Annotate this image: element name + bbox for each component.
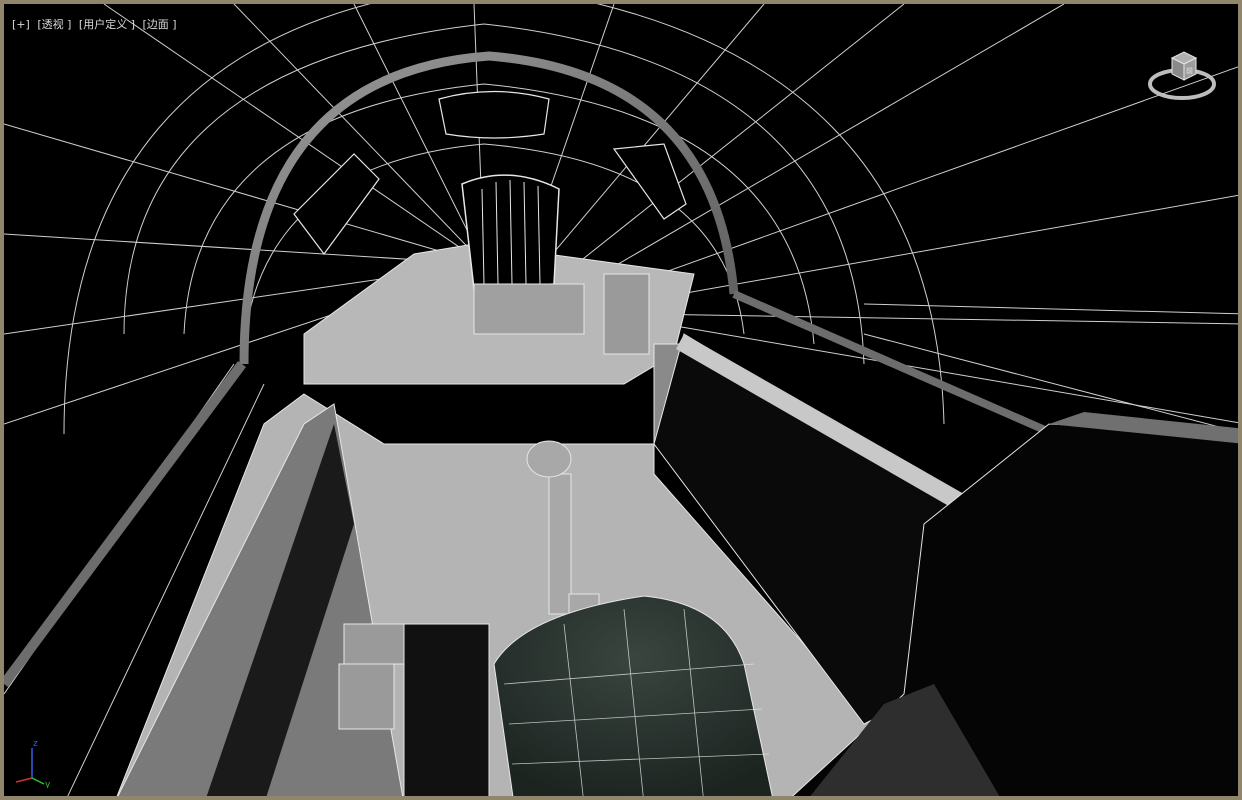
throttle-quadrant (338, 623, 405, 730)
viewcube-face-label: 前 (1186, 66, 1193, 75)
left-side-panel (403, 623, 490, 796)
perspective-viewport[interactable]: [+] [透视 ] [用户定义 ] [边面 ] 前 z y (0, 0, 1242, 800)
viewport-plus-menu[interactable]: [+] (12, 18, 30, 31)
viewport-shading-label[interactable]: [用户定义 ] (79, 18, 135, 31)
x-axis-line (15, 777, 33, 783)
y-axis-label: y (45, 780, 51, 788)
viewcube-cube-icon[interactable]: 前 (1170, 51, 1198, 81)
axis-tripod: z y (12, 738, 56, 790)
cockpit-scene[interactable] (4, 4, 1242, 800)
viewport-view-label[interactable]: [透视 ] (37, 18, 71, 31)
z-axis-label: z (33, 739, 38, 749)
y-axis-line (31, 777, 45, 785)
viewport-label-bar: [+] [透视 ] [用户定义 ] [边面 ] (12, 16, 181, 32)
viewcube[interactable]: 前 (1146, 40, 1226, 112)
viewport-edges-label[interactable]: [边面 ] (143, 18, 177, 31)
